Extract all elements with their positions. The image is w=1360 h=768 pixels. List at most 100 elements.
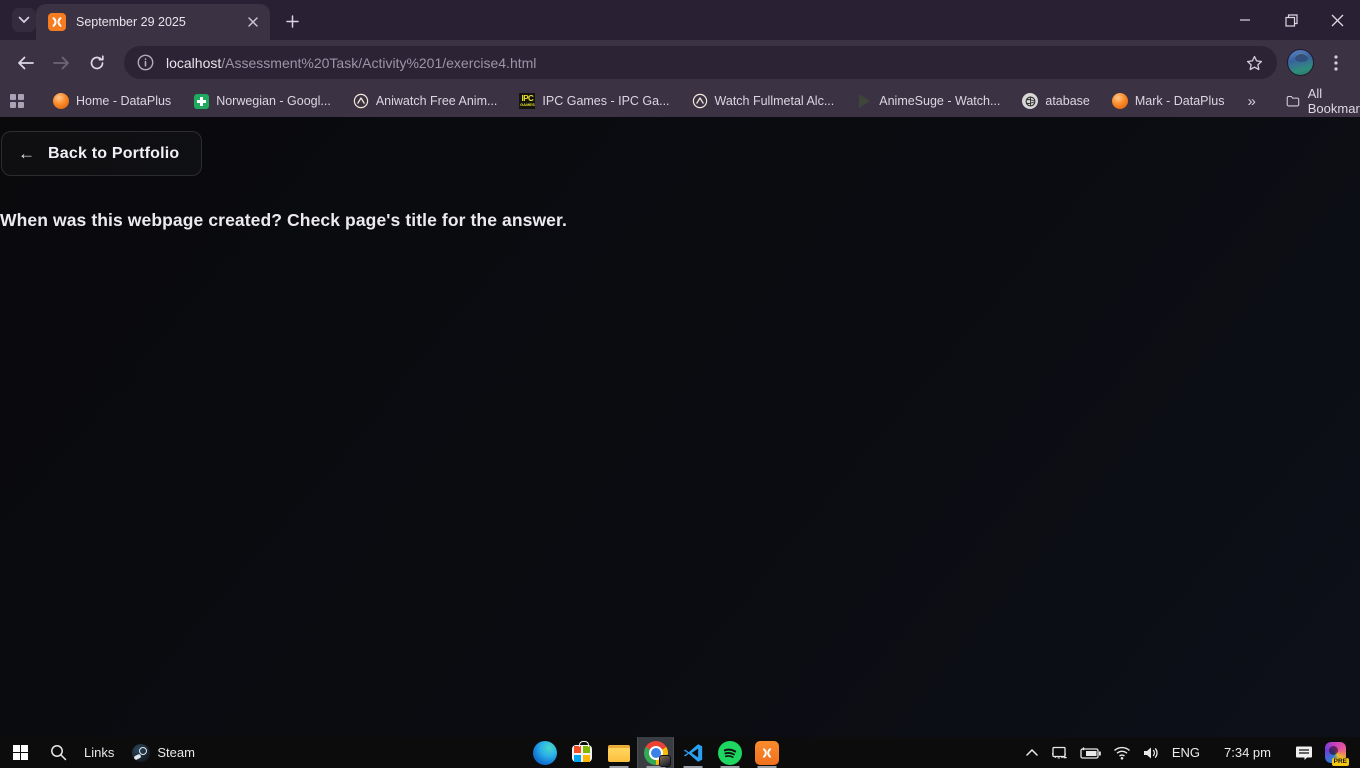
close-icon: [248, 17, 258, 27]
bookmark-mark-dataplus[interactable]: Mark - DataPlus: [1105, 89, 1232, 113]
clock-text: 7:34 pm: [1224, 745, 1271, 760]
aniwatch-logo-icon: [692, 93, 708, 109]
info-icon: [137, 54, 153, 71]
restore-button[interactable]: [1268, 0, 1314, 40]
browser-titlebar: September 29 2025: [0, 0, 1360, 40]
vscode-icon: [683, 743, 702, 762]
back-to-portfolio-button[interactable]: ← Back to Portfolio: [1, 131, 203, 176]
bookmark-label: Norwegian - Googl...: [216, 94, 331, 108]
tab-title: September 29 2025: [76, 15, 186, 29]
spotify-icon: [717, 740, 742, 765]
bookmark-label: Mark - DataPlus: [1134, 94, 1225, 108]
url-text[interactable]: localhost/Assessment%20Task/Activity%201…: [166, 55, 1241, 71]
forward-button[interactable]: [44, 46, 78, 80]
knot-globe-icon: [1022, 93, 1039, 109]
notification-icon: [1296, 746, 1312, 760]
language-indicator: ENG: [1171, 745, 1201, 760]
tray-volume[interactable]: [1137, 737, 1166, 768]
all-bookmarks-button[interactable]: All Bookmarks: [1280, 86, 1360, 116]
bookmark-norwegian[interactable]: Norwegian - Googl...: [186, 89, 338, 113]
tablet-mode-icon: [1051, 746, 1067, 759]
forward-arrow-icon: [52, 56, 69, 69]
bookmark-ipc-games[interactable]: IPC GAMES IPC Games - IPC Ga...: [512, 89, 676, 113]
back-button[interactable]: [8, 46, 42, 80]
tray-battery[interactable]: [1074, 737, 1107, 768]
start-button[interactable]: [0, 737, 40, 768]
kebab-menu-icon: [1334, 54, 1338, 71]
tray-clock[interactable]: 7:34 pm: [1206, 737, 1289, 768]
apps-grid-icon: [10, 94, 24, 108]
taskbar-vscode-button[interactable]: [674, 737, 711, 768]
taskbar-spotify-button[interactable]: [711, 737, 748, 768]
site-info-button[interactable]: [132, 50, 158, 76]
desktop-screen: September 29 2025 localhost/Assessment%2…: [0, 0, 1360, 768]
chevron-up-icon: [1026, 749, 1038, 756]
bookmark-label: Watch Fullmetal Alc...: [714, 94, 835, 108]
orange-sphere-icon: [53, 93, 69, 109]
xampp-favicon-icon: [48, 13, 66, 31]
search-icon: [50, 745, 66, 761]
xampp-icon: [754, 740, 779, 765]
edge-icon: [532, 740, 557, 765]
left-arrow-icon: ←: [18, 143, 35, 163]
bookmark-label: Home - DataPlus: [76, 94, 172, 108]
taskbar-xampp-button[interactable]: [748, 737, 785, 768]
window-controls: [1222, 0, 1360, 40]
pre-badge: PRE: [1331, 757, 1349, 766]
bookmark-animesuge[interactable]: AnimeSuge - Watch...: [849, 89, 1007, 113]
url-path: /Assessment%20Task/Activity%201/exercise…: [221, 54, 537, 71]
orange-sphere-icon: [1111, 93, 1128, 109]
minimize-icon: [1240, 19, 1250, 21]
taskbar-edge-button[interactable]: [526, 737, 563, 768]
green-sheet-icon: [193, 93, 209, 109]
profile-avatar[interactable]: [1287, 49, 1314, 76]
taskbar-store-button[interactable]: [563, 737, 600, 768]
bookmark-fullmetal[interactable]: Watch Fullmetal Alc...: [685, 89, 842, 113]
taskbar-search-button[interactable]: [40, 737, 76, 768]
back-to-portfolio-label: Back to Portfolio: [48, 144, 180, 162]
speaker-icon: [1143, 747, 1158, 758]
windows-logo-icon: [12, 745, 28, 760]
steam-icon: [132, 743, 151, 762]
taskbar: Links Steam ENG 7:34 pm PRE: [0, 737, 1360, 768]
ipc-games-icon: IPC GAMES: [519, 93, 536, 109]
browser-tab[interactable]: September 29 2025: [36, 4, 270, 40]
tray-expand-button[interactable]: [1020, 737, 1044, 768]
bookmark-home-dataplus[interactable]: Home - DataPlus: [46, 89, 178, 113]
bookmark-star-button[interactable]: [1241, 50, 1267, 76]
system-tray: ENG 7:34 pm PRE: [1020, 737, 1360, 768]
minimize-button[interactable]: [1222, 0, 1268, 40]
wifi-icon: [1113, 746, 1130, 760]
address-bar[interactable]: localhost/Assessment%20Task/Activity%201…: [124, 46, 1277, 79]
apps-grid-button[interactable]: [10, 89, 24, 113]
close-window-button[interactable]: [1314, 0, 1360, 40]
taskbar-chrome-button[interactable]: [637, 737, 674, 768]
bookmark-aniwatch[interactable]: Aniwatch Free Anim...: [346, 89, 505, 113]
links-toolbar-label[interactable]: Links: [84, 745, 114, 760]
tab-search-button[interactable]: [12, 8, 36, 32]
restore-icon: [1284, 13, 1298, 27]
action-center-button[interactable]: [1289, 737, 1319, 768]
tray-language[interactable]: ENG: [1166, 737, 1206, 768]
tray-wifi[interactable]: [1107, 737, 1137, 768]
aniwatch-logo-icon: [353, 93, 369, 109]
microsoft-store-icon: [571, 741, 592, 762]
browser-menu-button[interactable]: [1322, 49, 1350, 77]
page-question-text: When was this webpage created? Check pag…: [0, 210, 567, 230]
back-arrow-icon: [17, 56, 34, 69]
star-icon: [1246, 55, 1262, 70]
bookmark-atabase[interactable]: atabase: [1015, 89, 1096, 113]
steam-shortcut[interactable]: Steam: [124, 743, 203, 762]
chevron-down-icon: [18, 16, 30, 24]
pre-app-button[interactable]: PRE: [1319, 737, 1360, 768]
bookmarks-overflow-button[interactable]: »: [1239, 93, 1263, 110]
tab-close-button[interactable]: [244, 13, 262, 31]
webpage-content: ← Back to Portfolio When was this webpag…: [0, 117, 1360, 737]
taskbar-pinned-apps: [526, 737, 785, 768]
tray-tablet-mode[interactable]: [1044, 737, 1074, 768]
reload-button[interactable]: [80, 46, 114, 80]
taskbar-left-group: Links Steam: [0, 737, 203, 768]
taskbar-explorer-button[interactable]: [600, 737, 637, 768]
close-icon: [1331, 14, 1343, 26]
new-tab-button[interactable]: [280, 9, 304, 33]
